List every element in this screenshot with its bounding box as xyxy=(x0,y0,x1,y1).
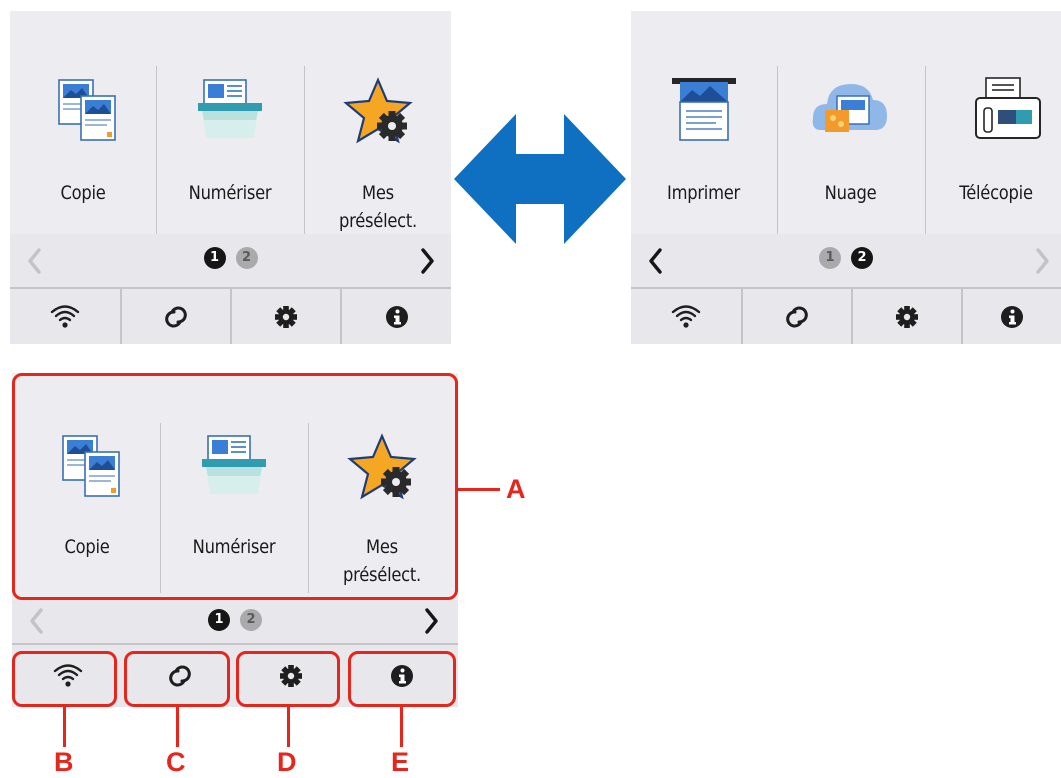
wifi-icon xyxy=(50,304,80,329)
info-icon xyxy=(1001,305,1023,328)
tile-print[interactable]: Imprimer xyxy=(631,29,776,234)
tile-my-presets[interactable]: Mes présélect. xyxy=(305,29,451,234)
next-page-icon xyxy=(1036,248,1049,274)
wireless-connect-icon xyxy=(786,306,808,327)
page-indicator-1: 1 xyxy=(208,609,230,631)
callout-box-d xyxy=(236,651,340,707)
swap-arrow-icon xyxy=(454,114,626,244)
callout-line-d xyxy=(287,707,290,747)
page-indicator-1: 1 xyxy=(819,247,841,269)
tile-label: Imprimer xyxy=(667,182,740,204)
next-page-icon[interactable] xyxy=(418,606,442,636)
scan-icon xyxy=(157,77,303,147)
next-page-icon[interactable] xyxy=(414,246,438,276)
home-screen-page-2: Imprimer Nuage Télécopie 12 xyxy=(631,11,1061,344)
tile-label: Télécopie xyxy=(959,182,1033,204)
cloud-icon xyxy=(778,77,923,147)
page-indicator-2: 2 xyxy=(240,609,262,631)
callout-box-c xyxy=(124,651,230,707)
tile-scan[interactable]: Numériser xyxy=(157,29,303,234)
callout-line-c xyxy=(176,707,179,747)
tile-label: Numériser xyxy=(188,182,272,204)
settings-gear-icon xyxy=(896,305,918,328)
menu-area: Imprimer Nuage Télécopie xyxy=(631,11,1061,234)
star-gear-icon xyxy=(305,77,451,147)
bottom-bar xyxy=(10,287,451,344)
wireless-connect-icon xyxy=(165,306,187,327)
print-icon xyxy=(631,77,776,147)
info-button[interactable] xyxy=(963,289,1061,344)
page-indicator-1: 1 xyxy=(203,247,226,269)
page-indicator-2: 2 xyxy=(235,247,258,269)
info-icon xyxy=(385,305,408,328)
tile-label: Nuage xyxy=(824,182,877,204)
callout-label-a: A xyxy=(506,474,526,504)
callout-box-b xyxy=(12,651,117,707)
callout-box-a xyxy=(12,373,458,600)
settings-gear-icon xyxy=(275,305,297,328)
tile-label: Mes présélect. xyxy=(339,182,417,232)
page-indicator-2: 2 xyxy=(851,247,873,269)
wifi-button[interactable] xyxy=(631,289,741,344)
callout-label-e: E xyxy=(391,747,410,777)
info-button[interactable] xyxy=(342,289,451,344)
home-screen-page-1: Copie Numériser Mes présélect. 12 xyxy=(10,11,451,344)
settings-button[interactable] xyxy=(232,289,340,344)
tile-copy[interactable]: Copie xyxy=(10,29,156,234)
wireless-connect-button[interactable] xyxy=(743,289,851,344)
tile-fax[interactable]: Télécopie xyxy=(923,29,1061,234)
fax-icon xyxy=(953,77,1061,147)
callout-line-e xyxy=(400,707,403,747)
wireless-connect-button[interactable] xyxy=(122,289,230,344)
callout-label-c: C xyxy=(166,747,186,777)
page-navigation: 12 xyxy=(10,234,451,287)
callout-label-b: B xyxy=(54,747,74,777)
page-navigation: 12 xyxy=(12,600,458,643)
settings-button[interactable] xyxy=(853,289,961,344)
copy-icon xyxy=(10,77,156,147)
wifi-icon xyxy=(671,304,701,329)
menu-area: Copie Numériser Mes présélect. xyxy=(10,11,451,234)
page-navigation: 12 xyxy=(631,234,1061,287)
bottom-bar xyxy=(631,287,1061,344)
tile-label: Copie xyxy=(60,182,106,204)
callout-label-d: D xyxy=(277,747,297,777)
callout-line-a xyxy=(458,488,500,491)
callout-line-b xyxy=(63,707,66,747)
callout-box-e xyxy=(348,651,456,707)
wifi-button[interactable] xyxy=(10,289,120,344)
tile-cloud[interactable]: Nuage xyxy=(778,29,923,234)
